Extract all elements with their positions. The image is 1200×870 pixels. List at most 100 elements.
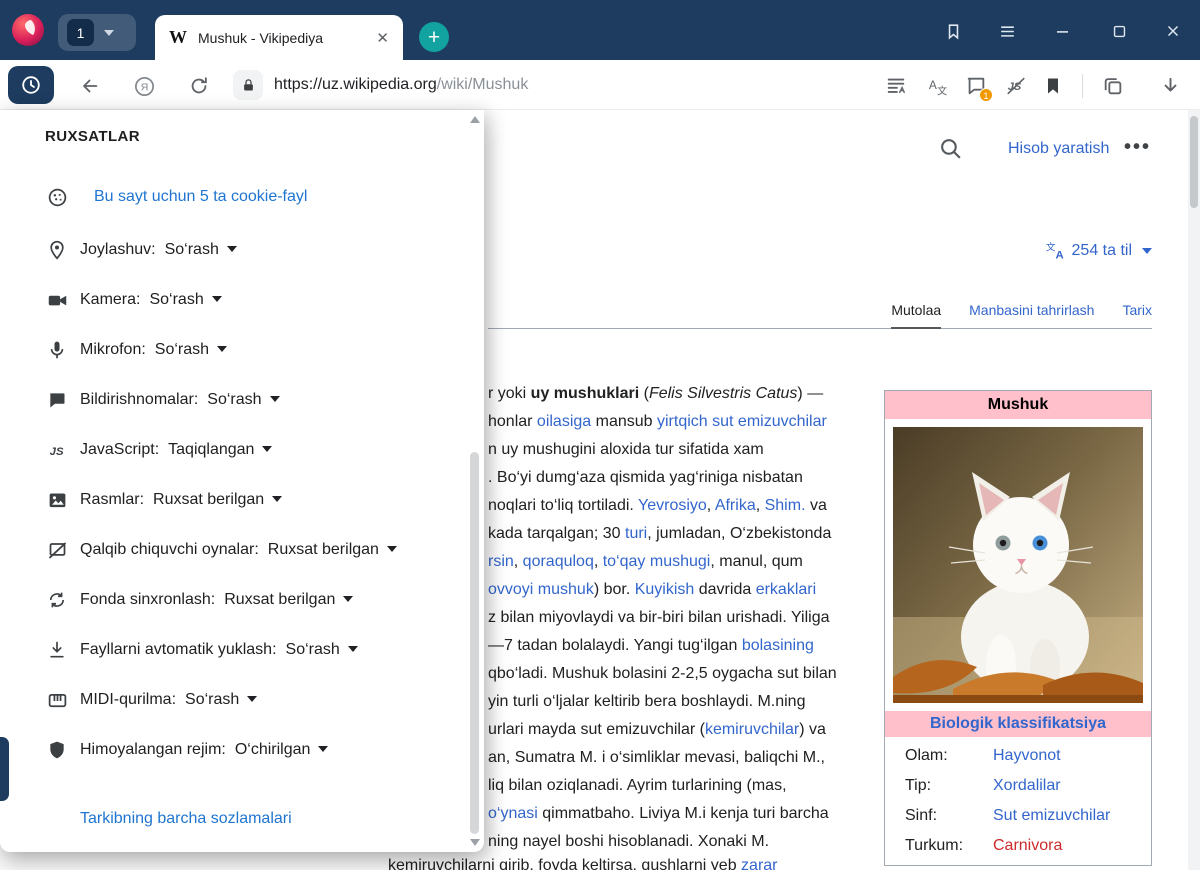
advisor-icon[interactable]: 1 xyxy=(964,74,988,98)
permission-value-dropdown[interactable]: Ruxsat berilgan xyxy=(268,541,397,559)
yandex-browser-logo[interactable] xyxy=(11,13,45,47)
permission-value-dropdown[interactable]: Ruxsat berilgan xyxy=(224,591,353,609)
infobox-row: Tip:Xordalilar xyxy=(885,771,1151,801)
wiki-link[interactable]: oilasiga xyxy=(537,413,591,430)
more-options-icon[interactable]: ••• xyxy=(1124,136,1151,159)
permission-row[interactable]: Qalqib chiquvchi oynalar:Ruxsat berilgan xyxy=(0,525,460,575)
infobox-value-link[interactable]: Carnivora xyxy=(993,837,1062,855)
search-icon[interactable] xyxy=(938,136,964,162)
wiki-link[interactable]: zarar xyxy=(741,857,777,870)
permission-value-dropdown[interactable]: O‘chirilgan xyxy=(235,741,329,759)
window-scrollbar[interactable] xyxy=(1188,110,1200,870)
wiki-link[interactable]: to‘qay mushugi xyxy=(603,553,711,570)
sidebar-handle[interactable] xyxy=(0,737,9,801)
article-line: yin turli o‘ljalar keltirib bera boshlay… xyxy=(488,688,837,716)
chevron-down-icon xyxy=(1142,248,1152,254)
text-segment: z bilan miyovlaydi va bir-biri bilan uri… xyxy=(488,609,829,626)
back-icon[interactable] xyxy=(78,74,102,98)
scroll-down-icon[interactable] xyxy=(470,839,480,846)
permission-row[interactable]: Joylashuv:So‘rash xyxy=(0,225,460,275)
permission-row[interactable]: Bildirishnomalar: So‘rash xyxy=(0,375,460,425)
kitten-photo xyxy=(893,427,1143,703)
wiki-link[interactable]: Kuyikish xyxy=(635,581,695,598)
wiki-link[interactable]: yirtqich sut emizuvchilar xyxy=(657,413,827,430)
wiki-tab-tarix[interactable]: Tarix xyxy=(1122,302,1152,328)
article-line: n uy mushugini aloxida tur sifatida xam xyxy=(488,436,837,464)
create-account-link[interactable]: Hisob yaratish xyxy=(1008,140,1109,158)
scroll-up-icon[interactable] xyxy=(470,116,480,123)
language-selector[interactable]: 文A 254 ta til xyxy=(1045,240,1152,261)
history-button[interactable] xyxy=(8,66,54,104)
tab-close-icon[interactable]: ✕ xyxy=(376,29,389,47)
taxobox: Mushuk xyxy=(884,390,1152,866)
window-scrollbar-thumb[interactable] xyxy=(1190,116,1198,208)
infobox-value-link[interactable]: Hayvonot xyxy=(993,747,1061,765)
yandex-search-icon[interactable]: Я xyxy=(132,74,156,98)
text-segment: , xyxy=(707,497,715,514)
bookmark-icon[interactable] xyxy=(1041,74,1065,98)
wiki-link[interactable]: o‘ynasi xyxy=(488,805,538,822)
text-segment: ) bor. xyxy=(594,581,635,598)
permission-value-dropdown[interactable]: So‘rash xyxy=(207,391,279,409)
permission-label: JavaScript: xyxy=(80,441,159,459)
permission-row[interactable]: Fayllarni avtomatik yuklash:So‘rash xyxy=(0,625,460,675)
minimize-button[interactable] xyxy=(1049,18,1075,44)
wiki-link[interactable]: Yevrosiyo xyxy=(638,497,707,514)
refresh-icon[interactable] xyxy=(187,74,211,98)
cookies-link[interactable]: Bu sayt uchun 5 ta cookie-fayl xyxy=(94,188,307,206)
permission-row[interactable]: MIDI-qurilma: So‘rash xyxy=(0,675,460,725)
permission-row[interactable]: Rasmlar:Ruxsat berilgan xyxy=(0,475,460,525)
panel-scrollbar[interactable] xyxy=(469,112,481,848)
wiki-link[interactable]: rsin xyxy=(488,553,514,570)
permission-row[interactable]: JSJavaScript:Taqiqlangan xyxy=(0,425,460,475)
reader-mode-icon[interactable] xyxy=(884,74,908,98)
wiki-link[interactable]: erkaklari xyxy=(756,581,816,598)
infobox-value-link[interactable]: Xordalilar xyxy=(993,777,1061,795)
wiki-link[interactable]: turi xyxy=(625,525,647,542)
new-tab-button[interactable]: + xyxy=(419,22,449,52)
permission-value-dropdown[interactable]: So‘rash xyxy=(155,341,227,359)
wiki-link[interactable]: ovvoyi mushuk xyxy=(488,581,594,598)
midi-icon xyxy=(46,689,68,711)
caret-down-icon xyxy=(387,546,397,552)
permission-value-dropdown[interactable]: So‘rash xyxy=(185,691,257,709)
address-bar[interactable]: https://uz.wikipedia.org/wiki/Mushuk xyxy=(274,60,528,110)
wiki-link[interactable]: kemiruvchilar xyxy=(705,721,799,738)
wiki-tab-manbasini-tahrirlash[interactable]: Manbasini tahrirlash xyxy=(969,302,1094,328)
maximize-button[interactable] xyxy=(1106,18,1132,44)
permission-value-dropdown[interactable]: So‘rash xyxy=(165,241,237,259)
permission-row[interactable]: Fonda sinxronlash:Ruxsat berilgan xyxy=(0,575,460,625)
wiki-link[interactable]: Shim. xyxy=(765,497,806,514)
content-settings-link[interactable]: Tarkibning barcha sozlamalari xyxy=(80,810,292,828)
permission-label: MIDI-qurilma: xyxy=(80,691,176,709)
close-button[interactable] xyxy=(1160,18,1186,44)
site-permissions-button[interactable] xyxy=(233,70,263,100)
browser-tab[interactable]: W Mushuk - Vikipediya ✕ xyxy=(155,15,403,60)
menu-hamburger-icon[interactable] xyxy=(994,18,1020,44)
permission-value-dropdown[interactable]: Ruxsat berilgan xyxy=(153,491,282,509)
permission-label: Bildirishnomalar: xyxy=(80,391,198,409)
permission-row[interactable]: Kamera: So‘rash xyxy=(0,275,460,325)
scrollbar-thumb[interactable] xyxy=(470,452,479,834)
infobox-label: Olam: xyxy=(905,747,993,765)
permission-value-dropdown[interactable]: So‘rash xyxy=(286,641,358,659)
infobox-section-link[interactable]: Biologik klassifikatsiya xyxy=(885,711,1151,737)
infobox-value-link[interactable]: Sut emizuvchilar xyxy=(993,807,1110,825)
permission-label: Kamera: xyxy=(80,291,140,309)
collections-icon[interactable] xyxy=(1101,74,1125,98)
caret-down-icon xyxy=(212,296,222,302)
wiki-link[interactable]: qoraquloq xyxy=(523,553,594,570)
permission-row[interactable]: Mikrofon:So‘rash xyxy=(0,325,460,375)
wiki-tab-mutolaa[interactable]: Mutolaa xyxy=(891,302,941,329)
permission-row[interactable]: Himoyalangan rejim:O‘chirilgan xyxy=(0,725,460,775)
tab-group-switcher[interactable]: 1 xyxy=(58,14,136,51)
wiki-link[interactable]: Afrika xyxy=(715,497,756,514)
permission-value-dropdown[interactable]: Taqiqlangan xyxy=(168,441,272,459)
translate-icon[interactable]: A文 xyxy=(926,74,950,98)
sidebar-panel-icon[interactable] xyxy=(940,18,966,44)
wiki-link[interactable]: bolasining xyxy=(742,637,814,654)
downloads-icon[interactable] xyxy=(1158,74,1182,98)
text-segment: —7 tadan bolalaydi. Yangi tug‘ilgan xyxy=(488,637,742,654)
permission-value-dropdown[interactable]: So‘rash xyxy=(149,291,221,309)
javascript-blocked-icon[interactable]: JS xyxy=(1004,74,1028,98)
